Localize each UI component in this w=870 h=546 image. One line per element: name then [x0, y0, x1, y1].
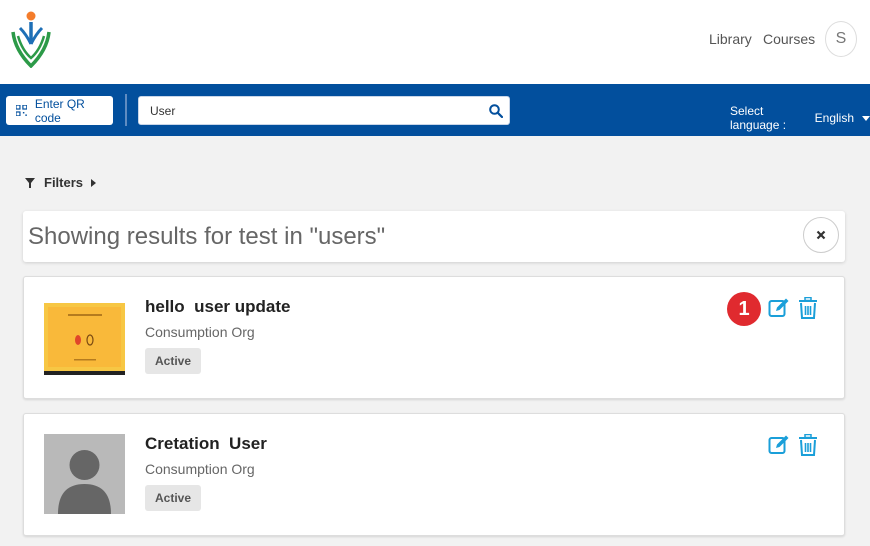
trash-icon[interactable] — [798, 434, 818, 456]
qr-button-label: Enter QR code — [34, 96, 85, 125]
nav-courses-link[interactable]: Courses — [763, 31, 815, 47]
step-marker-badge: 1 — [727, 292, 761, 326]
filters-toggle[interactable]: Filters — [25, 175, 97, 190]
default-user-avatar — [44, 434, 125, 514]
close-icon — [816, 230, 826, 240]
results-text: Showing results for test in "users" — [28, 223, 386, 250]
card-title[interactable]: Cretation User — [145, 434, 267, 454]
card-org: Consumption Org — [145, 461, 255, 477]
search-button[interactable] — [483, 97, 509, 124]
language-value[interactable]: English — [815, 111, 854, 125]
edit-icon[interactable] — [768, 434, 790, 456]
result-card[interactable]: Cretation User Consumption Org Active — [23, 413, 845, 536]
language-label: Select language : — [730, 104, 787, 132]
clear-results-button[interactable] — [803, 217, 839, 253]
trash-icon[interactable] — [798, 297, 818, 319]
language-selector[interactable]: Select language : English — [730, 104, 870, 132]
card-title[interactable]: hello user update — [145, 297, 290, 317]
search-input[interactable] — [139, 97, 484, 124]
funnel-icon — [25, 177, 35, 188]
search-toolbar: Enter QR code Select language : English — [0, 84, 870, 136]
diksha-logo-icon[interactable] — [10, 10, 52, 68]
caret-right-icon — [91, 178, 97, 187]
qr-code-icon — [16, 105, 27, 116]
card-org: Consumption Org — [145, 324, 255, 340]
chevron-down-icon[interactable] — [862, 115, 870, 121]
status-badge: Active — [145, 485, 201, 511]
enter-qr-code-button[interactable]: Enter QR code — [6, 96, 113, 125]
certificate-thumbnail — [44, 297, 125, 377]
user-avatar[interactable]: S — [825, 21, 857, 57]
top-header: Library Courses S — [0, 0, 870, 84]
edit-icon[interactable] — [768, 297, 790, 319]
search-icon — [489, 103, 503, 118]
status-badge: Active — [145, 348, 201, 374]
result-card[interactable]: hello user update Consumption Org Active… — [23, 276, 845, 399]
filters-label: Filters — [44, 175, 84, 190]
search-box — [138, 96, 510, 125]
toolbar-divider — [125, 94, 127, 126]
nav-library-link[interactable]: Library — [709, 31, 752, 47]
results-banner: Showing results for test in "users" — [23, 211, 845, 262]
